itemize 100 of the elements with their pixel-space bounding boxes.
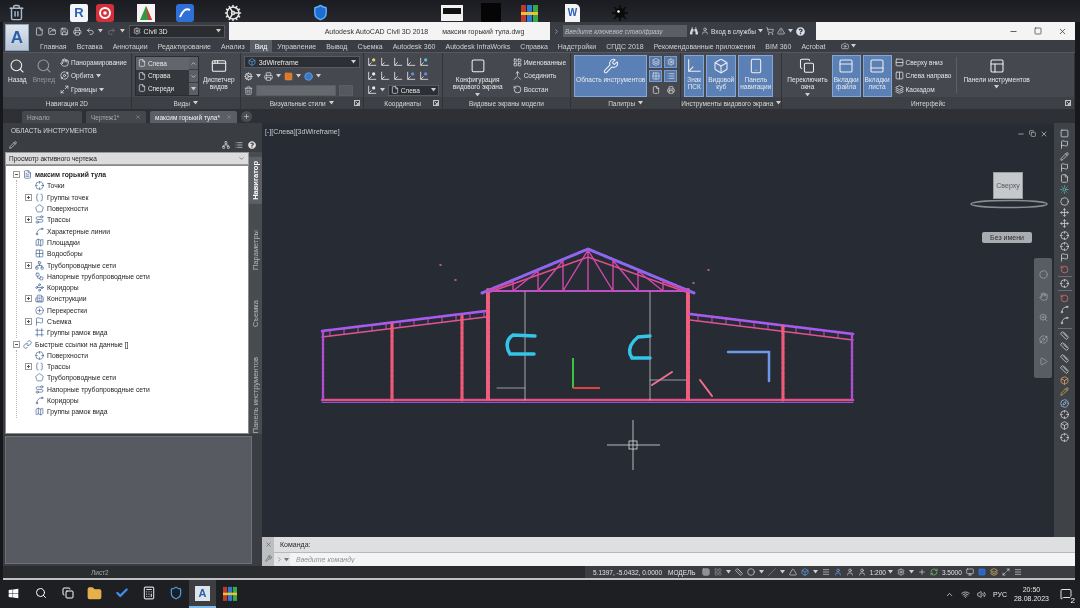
ruler-icon[interactable] [1060,342,1069,352]
field-button[interactable] [338,84,353,96]
crosshair-icon[interactable] [1060,410,1069,419]
flag-icon[interactable] [1060,253,1069,263]
palette-toggle[interactable] [664,84,678,96]
rotate-icon[interactable] [1060,264,1069,274]
axes-icon[interactable] [405,71,416,81]
lines-icon[interactable] [821,568,830,576]
triangle-icon[interactable] [788,568,797,576]
monitor-icon[interactable] [441,4,463,21]
tiles-icon[interactable] [713,568,722,576]
globe-icon[interactable] [303,71,313,81]
palette-toggle[interactable] [664,56,678,68]
close-icon[interactable] [1040,130,1048,138]
expand-icon[interactable] [24,318,32,325]
move-icon[interactable] [1060,208,1069,218]
sun-icon[interactable] [1060,185,1069,195]
network-icon[interactable] [960,589,970,599]
print-icon[interactable] [72,26,82,36]
new-file-icon[interactable] [35,26,44,36]
recent-commands-button[interactable] [274,553,290,566]
axes-icon[interactable] [405,57,416,67]
ruler-icon[interactable] [734,568,743,576]
expand-icon[interactable] [24,216,32,224]
axes-icon[interactable] [366,71,377,81]
cart-icon[interactable] [765,27,774,35]
application-menu-button[interactable]: A [5,24,29,51]
dark-tile-icon[interactable] [481,3,501,22]
collapse-icon[interactable] [12,340,20,348]
chevron-icon[interactable] [553,27,560,35]
palette-toggle[interactable] [649,70,663,82]
box-icon[interactable] [1060,421,1069,431]
cog-icon[interactable] [243,71,253,81]
palette-toggle[interactable] [664,70,678,82]
cog-icon[interactable] [224,3,242,22]
help-icon[interactable] [795,26,805,36]
curve-icon[interactable] [1060,316,1069,326]
undo-icon[interactable] [85,26,95,36]
ring-logo-icon[interactable] [96,3,114,22]
help-icon[interactable] [248,141,256,149]
refresh-icon[interactable] [929,568,938,576]
new-tab-button[interactable] [241,111,252,122]
expand-icon[interactable] [24,363,32,371]
open-folder-icon[interactable] [47,26,57,36]
camera-icon[interactable] [840,42,849,50]
save-icon[interactable] [60,26,69,36]
circle-icon[interactable] [1060,196,1069,206]
menu-icon[interactable] [1013,568,1022,576]
person-icon[interactable] [833,568,842,576]
expand-list-button[interactable] [188,83,198,95]
crosshair-icon[interactable] [1060,230,1069,240]
ruler-icon[interactable] [1060,330,1069,340]
launcher-icon[interactable] [1065,100,1071,106]
list-icon[interactable] [235,141,243,149]
document-tile[interactable]: W [565,3,580,22]
axes-icon[interactable] [392,57,403,67]
circle-icon[interactable] [746,568,755,576]
axes-icon[interactable] [392,71,403,81]
binoculars-icon[interactable] [690,27,698,35]
curve-tile-icon[interactable] [176,3,194,22]
gear-icon[interactable] [896,568,905,576]
curve-icon[interactable] [1060,305,1069,315]
maximize-icon[interactable] [1034,27,1042,35]
palette-toggle[interactable] [649,56,663,68]
axes-icon[interactable] [366,57,377,67]
taskbar-app-button[interactable]: A [189,580,216,608]
printer-icon[interactable] [263,71,273,81]
flag-icon[interactable] [1060,140,1069,150]
layers-icon[interactable] [989,568,998,576]
axes-icon[interactable] [379,57,390,67]
pencil-icon[interactable] [9,141,17,149]
square-icon[interactable] [283,71,293,81]
flag-icon[interactable] [1060,162,1069,172]
person-icon[interactable] [845,568,854,576]
volume-icon[interactable] [976,589,986,599]
document-icon[interactable] [1060,174,1069,184]
hierarchy-icon[interactable] [222,141,230,149]
axes-icon[interactable] [379,71,390,81]
box-icon[interactable] [1060,376,1069,386]
move-icon[interactable] [1060,219,1069,229]
axes-icon[interactable] [418,71,429,81]
plus-icon[interactable] [917,568,926,576]
grid-icon[interactable] [701,568,710,576]
shield-icon[interactable] [312,4,329,21]
letter-tile[interactable]: R [70,3,88,22]
expand-icon[interactable] [24,193,32,201]
expand-icon[interactable] [24,261,32,269]
restore-icon[interactable] [1029,130,1036,137]
diagonal-arrow-icon[interactable] [1001,568,1010,576]
scroll-down-button[interactable] [188,70,198,82]
triangle-tile-icon[interactable] [137,3,155,22]
ruler-icon[interactable] [1060,364,1069,374]
rotate-icon[interactable] [1060,293,1069,303]
crosshair-icon[interactable] [1060,241,1069,251]
compass-ring-icon[interactable] [970,199,1048,209]
close-icon[interactable] [1058,26,1067,36]
message-icon[interactable] [1060,588,1072,600]
expand-icon[interactable] [24,295,32,303]
axes-icon[interactable] [418,57,429,67]
box-icon[interactable] [800,568,809,576]
